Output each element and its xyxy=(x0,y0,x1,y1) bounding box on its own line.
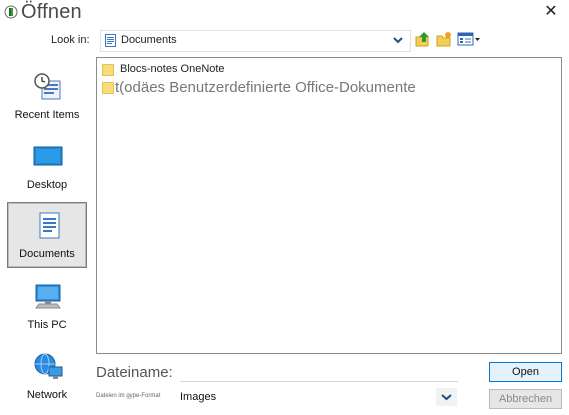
view-menu-icon[interactable] xyxy=(457,31,481,47)
file-list[interactable]: Blocs-notes OneNote t(odäes Benutzerdefi… xyxy=(96,57,562,354)
folder-icon xyxy=(102,82,114,94)
documents-icon xyxy=(39,212,60,239)
computer-icon xyxy=(35,284,61,309)
place-network[interactable]: Network xyxy=(7,344,87,410)
window-title: Öffnen xyxy=(21,1,82,23)
place-recent-items[interactable]: Recent Items xyxy=(7,64,87,130)
folder-icon xyxy=(102,64,114,76)
place-label: Documents xyxy=(19,248,75,260)
documents-folder-icon xyxy=(105,34,116,47)
place-label: Desktop xyxy=(26,179,68,191)
file-name: Blocs-notes OneNote xyxy=(120,63,225,75)
app-icon xyxy=(4,5,18,19)
look-in-label: Look in: xyxy=(51,34,90,46)
look-in-value: Documents xyxy=(121,34,177,46)
place-desktop[interactable]: Desktop xyxy=(7,134,87,200)
title-bar: Öffnen ✕ xyxy=(0,0,569,28)
filetype-label: Dateien im gype-Format xyxy=(96,393,161,399)
network-icon xyxy=(34,353,63,379)
place-this-pc[interactable]: This PC xyxy=(7,274,87,340)
filename-label: Dateiname: xyxy=(96,364,173,381)
recent-items-icon xyxy=(34,73,61,100)
place-label: This PC xyxy=(27,319,67,331)
filename-input[interactable] xyxy=(180,363,458,382)
filetype-select[interactable]: Images xyxy=(180,391,216,403)
open-button[interactable]: Open xyxy=(489,362,562,382)
place-documents[interactable]: Documents xyxy=(7,202,87,268)
place-label: Recent Items xyxy=(14,109,80,121)
desktop-icon xyxy=(33,146,63,166)
chevron-down-icon[interactable] xyxy=(436,388,457,406)
new-folder-icon[interactable] xyxy=(436,31,452,47)
close-icon: ✕ xyxy=(544,3,558,20)
up-folder-icon[interactable] xyxy=(415,31,431,47)
chevron-down-icon[interactable] xyxy=(392,35,404,45)
places-bar: Recent Items Desktop Documents This PC N… xyxy=(4,56,90,409)
look-in-dropdown[interactable]: Documents xyxy=(100,30,411,52)
cancel-button[interactable]: Abbrechen xyxy=(489,389,562,409)
close-button[interactable]: ✕ xyxy=(541,2,561,22)
place-label: Network xyxy=(26,389,68,401)
file-name: t(odäes Benutzerdefinierte Office-Dokume… xyxy=(115,79,416,96)
